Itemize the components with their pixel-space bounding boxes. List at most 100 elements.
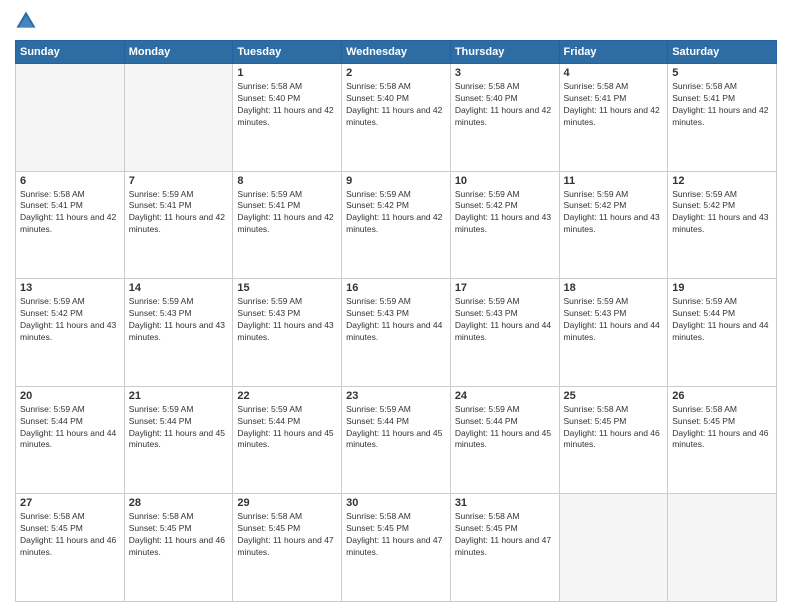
day-info: Sunrise: 5:58 AMSunset: 5:45 PMDaylight:… <box>455 511 555 559</box>
day-info: Sunrise: 5:59 AMSunset: 5:42 PMDaylight:… <box>346 189 446 237</box>
calendar-cell: 15 Sunrise: 5:59 AMSunset: 5:43 PMDayligh… <box>233 279 342 387</box>
day-info: Sunrise: 5:59 AMSunset: 5:44 PMDaylight:… <box>672 296 772 344</box>
day-info: Sunrise: 5:59 AMSunset: 5:42 PMDaylight:… <box>20 296 120 344</box>
weekday-header: Sunday <box>16 41 125 64</box>
day-info: Sunrise: 5:59 AMSunset: 5:43 PMDaylight:… <box>237 296 337 344</box>
day-info: Sunrise: 5:59 AMSunset: 5:43 PMDaylight:… <box>564 296 664 344</box>
calendar-cell: 5Sunrise: 5:58 AMSunset: 5:41 PMDaylight… <box>668 64 777 172</box>
day-number: 5 <box>672 67 772 79</box>
calendar-cell: 7 Sunrise: 5:59 AMSunset: 5:41 PMDaylight… <box>124 171 233 279</box>
day-info: Sunrise: 5:59 AMSunset: 5:43 PMDaylight:… <box>455 296 555 344</box>
logo-icon <box>15 10 37 32</box>
calendar-cell: 10 Sunrise: 5:59 AMSunset: 5:42 PMDayligh… <box>450 171 559 279</box>
day-number: 26 <box>672 390 772 402</box>
weekday-header: Saturday <box>668 41 777 64</box>
calendar-cell <box>668 494 777 602</box>
day-info: Sunrise: 5:58 AMSunset: 5:45 PMDaylight:… <box>129 511 229 559</box>
day-number: 27 <box>20 497 120 509</box>
calendar-cell <box>124 64 233 172</box>
day-number: 15 <box>237 282 337 294</box>
calendar-cell: 31Sunrise: 5:58 AMSunset: 5:45 PMDayligh… <box>450 494 559 602</box>
day-number: 9 <box>346 175 446 187</box>
day-info: Sunrise: 5:58 AMSunset: 5:40 PMDaylight:… <box>237 81 337 129</box>
day-info: Sunrise: 5:59 AMSunset: 5:41 PMDaylight:… <box>237 189 337 237</box>
calendar-cell: 1 Sunrise: 5:58 AMSunset: 5:40 PMDaylight… <box>233 64 342 172</box>
calendar-cell: 30 Sunrise: 5:58 AMSunset: 5:45 PMDayligh… <box>342 494 451 602</box>
day-number: 21 <box>129 390 229 402</box>
weekday-header-row: SundayMondayTuesdayWednesdayThursdayFrid… <box>16 41 777 64</box>
calendar-week-row: 27 Sunrise: 5:58 AMSunset: 5:45 PMDayligh… <box>16 494 777 602</box>
day-info: Sunrise: 5:59 AMSunset: 5:42 PMDaylight:… <box>455 189 555 237</box>
day-info: Sunrise: 5:59 AMSunset: 5:42 PMDaylight:… <box>564 189 664 237</box>
calendar-cell: 8 Sunrise: 5:59 AMSunset: 5:41 PMDaylight… <box>233 171 342 279</box>
calendar-week-row: 1 Sunrise: 5:58 AMSunset: 5:40 PMDaylight… <box>16 64 777 172</box>
calendar-cell: 4Sunrise: 5:58 AMSunset: 5:41 PMDaylight… <box>559 64 668 172</box>
calendar-cell: 29 Sunrise: 5:58 AMSunset: 5:45 PMDayligh… <box>233 494 342 602</box>
day-number: 17 <box>455 282 555 294</box>
calendar-cell: 26 Sunrise: 5:58 AMSunset: 5:45 PMDayligh… <box>668 386 777 494</box>
calendar-cell: 17 Sunrise: 5:59 AMSunset: 5:43 PMDayligh… <box>450 279 559 387</box>
day-info: Sunrise: 5:58 AMSunset: 5:41 PMDaylight:… <box>20 189 120 237</box>
day-number: 10 <box>455 175 555 187</box>
calendar-cell: 28 Sunrise: 5:58 AMSunset: 5:45 PMDayligh… <box>124 494 233 602</box>
day-number: 14 <box>129 282 229 294</box>
calendar-cell: 11 Sunrise: 5:59 AMSunset: 5:42 PMDayligh… <box>559 171 668 279</box>
logo <box>15 10 41 32</box>
calendar-cell: 12Sunrise: 5:59 AMSunset: 5:42 PMDayligh… <box>668 171 777 279</box>
weekday-header: Wednesday <box>342 41 451 64</box>
day-number: 1 <box>237 67 337 79</box>
calendar-cell: 20Sunrise: 5:59 AMSunset: 5:44 PMDayligh… <box>16 386 125 494</box>
day-number: 6 <box>20 175 120 187</box>
calendar-cell: 18 Sunrise: 5:59 AMSunset: 5:43 PMDayligh… <box>559 279 668 387</box>
page: SundayMondayTuesdayWednesdayThursdayFrid… <box>0 0 792 612</box>
day-info: Sunrise: 5:58 AMSunset: 5:45 PMDaylight:… <box>672 404 772 452</box>
day-number: 16 <box>346 282 446 294</box>
calendar-cell: 27 Sunrise: 5:58 AMSunset: 5:45 PMDayligh… <box>16 494 125 602</box>
day-number: 28 <box>129 497 229 509</box>
day-number: 18 <box>564 282 664 294</box>
day-info: Sunrise: 5:59 AMSunset: 5:44 PMDaylight:… <box>20 404 120 452</box>
calendar-cell: 24 Sunrise: 5:59 AMSunset: 5:44 PMDayligh… <box>450 386 559 494</box>
day-info: Sunrise: 5:59 AMSunset: 5:43 PMDaylight:… <box>346 296 446 344</box>
day-info: Sunrise: 5:59 AMSunset: 5:41 PMDaylight:… <box>129 189 229 237</box>
day-info: Sunrise: 5:58 AMSunset: 5:45 PMDaylight:… <box>237 511 337 559</box>
header <box>15 10 777 32</box>
day-number: 11 <box>564 175 664 187</box>
calendar-cell: 9 Sunrise: 5:59 AMSunset: 5:42 PMDaylight… <box>342 171 451 279</box>
calendar-cell: 21 Sunrise: 5:59 AMSunset: 5:44 PMDayligh… <box>124 386 233 494</box>
day-number: 25 <box>564 390 664 402</box>
day-number: 19 <box>672 282 772 294</box>
calendar-cell: 13Sunrise: 5:59 AMSunset: 5:42 PMDayligh… <box>16 279 125 387</box>
calendar-cell: 25Sunrise: 5:58 AMSunset: 5:45 PMDayligh… <box>559 386 668 494</box>
day-number: 22 <box>237 390 337 402</box>
day-info: Sunrise: 5:59 AMSunset: 5:42 PMDaylight:… <box>672 189 772 237</box>
calendar-week-row: 20Sunrise: 5:59 AMSunset: 5:44 PMDayligh… <box>16 386 777 494</box>
calendar-cell: 22Sunrise: 5:59 AMSunset: 5:44 PMDayligh… <box>233 386 342 494</box>
calendar-cell: 19 Sunrise: 5:59 AMSunset: 5:44 PMDayligh… <box>668 279 777 387</box>
weekday-header: Thursday <box>450 41 559 64</box>
day-info: Sunrise: 5:58 AMSunset: 5:40 PMDaylight:… <box>455 81 555 129</box>
day-info: Sunrise: 5:58 AMSunset: 5:45 PMDaylight:… <box>20 511 120 559</box>
day-info: Sunrise: 5:59 AMSunset: 5:44 PMDaylight:… <box>346 404 446 452</box>
day-number: 24 <box>455 390 555 402</box>
calendar-cell: 6 Sunrise: 5:58 AMSunset: 5:41 PMDaylight… <box>16 171 125 279</box>
calendar-cell: 14 Sunrise: 5:59 AMSunset: 5:43 PMDayligh… <box>124 279 233 387</box>
day-info: Sunrise: 5:59 AMSunset: 5:43 PMDaylight:… <box>129 296 229 344</box>
day-info: Sunrise: 5:58 AMSunset: 5:45 PMDaylight:… <box>346 511 446 559</box>
calendar-table: SundayMondayTuesdayWednesdayThursdayFrid… <box>15 40 777 602</box>
day-number: 7 <box>129 175 229 187</box>
day-info: Sunrise: 5:59 AMSunset: 5:44 PMDaylight:… <box>455 404 555 452</box>
calendar-cell <box>16 64 125 172</box>
day-info: Sunrise: 5:59 AMSunset: 5:44 PMDaylight:… <box>129 404 229 452</box>
calendar-cell: 23 Sunrise: 5:59 AMSunset: 5:44 PMDayligh… <box>342 386 451 494</box>
day-info: Sunrise: 5:58 AMSunset: 5:41 PMDaylight:… <box>564 81 664 129</box>
calendar-cell: 2Sunrise: 5:58 AMSunset: 5:40 PMDaylight… <box>342 64 451 172</box>
day-number: 23 <box>346 390 446 402</box>
day-number: 8 <box>237 175 337 187</box>
weekday-header: Friday <box>559 41 668 64</box>
day-number: 29 <box>237 497 337 509</box>
day-number: 2 <box>346 67 446 79</box>
day-number: 30 <box>346 497 446 509</box>
calendar-week-row: 6 Sunrise: 5:58 AMSunset: 5:41 PMDaylight… <box>16 171 777 279</box>
day-number: 3 <box>455 67 555 79</box>
